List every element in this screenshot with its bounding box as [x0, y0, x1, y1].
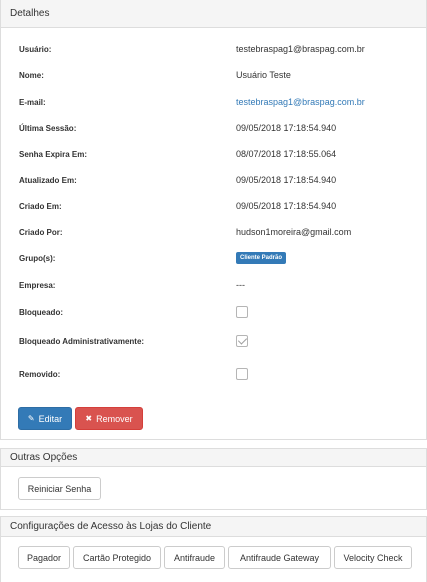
remove-button-label: Remover	[96, 413, 133, 424]
store-access-panel: Configurações de Acesso às Lojas do Clie…	[0, 516, 427, 582]
value-criado-por: hudson1moreira@gmail.com	[236, 227, 352, 237]
row-email: E-mail: testebraspag1@braspag.com.br	[19, 94, 416, 110]
value-usuario: testebraspag1@braspag.com.br	[236, 44, 365, 54]
row-grupos: Grupo(s): Cliente Padrão	[19, 250, 416, 266]
label-senha-expira: Senha Expira Em:	[19, 149, 88, 159]
cartao-protegido-button[interactable]: Cartão Protegido	[73, 546, 161, 569]
other-options-panel: Outras Opções Reiniciar Senha	[0, 448, 427, 510]
pagador-button[interactable]: Pagador	[18, 546, 70, 569]
value-senha-expira: 08/07/2018 17:18:55.064	[236, 149, 337, 159]
removido-checkbox[interactable]	[236, 368, 248, 380]
label-empresa: Empresa:	[19, 280, 56, 290]
row-bloqueado-admin: Bloqueado Administrativamente:	[19, 333, 416, 349]
antifraude-button[interactable]: Antifraude	[164, 546, 225, 569]
row-empresa: Empresa: ---	[19, 277, 416, 293]
row-removido: Removido:	[19, 366, 416, 382]
row-criado-por: Criado Por: hudson1moreira@gmail.com	[19, 224, 416, 240]
velocity-check-button[interactable]: Velocity Check	[334, 546, 412, 569]
row-criado-em: Criado Em: 09/05/2018 17:18:54.940	[19, 198, 416, 214]
label-grupos: Grupo(s):	[19, 253, 56, 263]
label-usuario: Usuário:	[19, 44, 52, 54]
details-heading: Detalhes	[1, 0, 426, 28]
label-nome: Nome:	[19, 70, 44, 80]
edit-button[interactable]: ✎ Editar	[18, 407, 72, 430]
edit-button-label: Editar	[38, 413, 63, 424]
group-badge: Cliente Padrão	[236, 252, 287, 264]
value-criado-em: 09/05/2018 17:18:54.940	[236, 201, 337, 211]
value-ultima-sessao: 09/05/2018 17:18:54.940	[236, 123, 337, 133]
label-bloqueado-admin: Bloqueado Administrativamente:	[19, 336, 145, 346]
label-criado-em: Criado Em:	[19, 201, 62, 211]
close-icon: ✖	[85, 414, 93, 423]
email-link[interactable]: testebraspag1@braspag.com.br	[236, 97, 365, 107]
value-empresa: ---	[236, 280, 245, 290]
row-bloqueado: Bloqueado:	[19, 304, 416, 320]
value-atualizado: 09/05/2018 17:18:54.940	[236, 175, 337, 185]
label-removido: Removido:	[19, 369, 61, 379]
label-bloqueado: Bloqueado:	[19, 307, 63, 317]
reset-password-button[interactable]: Reiniciar Senha	[18, 477, 101, 500]
row-atualizado: Atualizado Em: 09/05/2018 17:18:54.940	[19, 172, 416, 188]
bloqueado-checkbox[interactable]	[236, 306, 248, 318]
label-email: E-mail:	[19, 97, 46, 107]
antifraude-gateway-button[interactable]: Antifraude Gateway	[228, 546, 331, 569]
edit-icon: ✎	[27, 414, 35, 423]
label-ultima-sessao: Última Sessão:	[19, 123, 77, 133]
details-panel: Detalhes Usuário: testebraspag1@braspag.…	[0, 0, 427, 440]
row-usuario: Usuário: testebraspag1@braspag.com.br	[19, 41, 416, 57]
label-atualizado: Atualizado Em:	[19, 175, 77, 185]
remove-button[interactable]: ✖ Remover	[75, 407, 143, 430]
row-nome: Nome: Usuário Teste	[19, 67, 416, 83]
row-ultima-sessao: Última Sessão: 09/05/2018 17:18:54.940	[19, 120, 416, 136]
other-options-heading: Outras Opções	[1, 449, 426, 467]
row-senha-expira: Senha Expira Em: 08/07/2018 17:18:55.064	[19, 146, 416, 162]
value-nome: Usuário Teste	[236, 70, 291, 80]
bloqueado-admin-checkbox[interactable]	[236, 335, 248, 347]
store-access-heading: Configurações de Acesso às Lojas do Clie…	[1, 517, 426, 537]
label-criado-por: Criado Por:	[19, 227, 63, 237]
